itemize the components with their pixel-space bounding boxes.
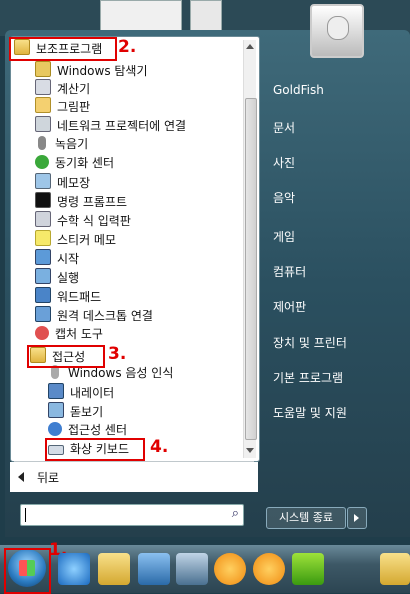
background-window [100,0,182,32]
program-item[interactable]: 접근성 센터 [48,421,127,439]
search-icon[interactable]: ⌕ [232,506,239,521]
program-label: 계산기 [57,82,91,96]
programs-scrollbar[interactable] [243,40,257,458]
user-name[interactable]: GoldFish [273,83,324,97]
goldfish-icon[interactable] [253,553,285,585]
program-item[interactable]: 동기화 센터 [35,154,114,172]
right-item-devices-printers[interactable]: 장치 및 프린터 [273,334,347,351]
program-label: 원격 데스크톱 연결 [57,309,153,323]
program-item[interactable]: 계산기 [35,79,90,97]
program-label: 동기화 센터 [55,156,115,170]
highlight-box [4,548,51,594]
program-item[interactable]: 워드패드 [35,287,101,305]
avatar-figure [327,16,349,40]
program-label: 돋보기 [70,405,104,419]
desktop-icon[interactable] [138,553,170,585]
step-label: 3. [108,344,127,364]
remote-desktop-icon [35,306,51,322]
program-item[interactable]: 시작 [35,249,79,267]
program-label: 시작 [57,252,80,266]
user-avatar[interactable] [310,4,364,58]
background-window [190,0,222,32]
program-label: 네트워크 프로젝터에 연결 [57,119,187,133]
back-label: 뒤로 [37,471,60,485]
projector-icon [35,116,51,132]
big-icon[interactable] [292,553,324,585]
program-item[interactable]: Windows 탐색기 [35,61,148,79]
scroll-up-arrow[interactable] [246,44,254,49]
program-item[interactable]: 수학 식 입력판 [35,211,131,229]
cmd-icon [35,192,51,208]
program-item[interactable]: 메모장 [35,173,90,191]
program-label: 내레이터 [70,386,115,400]
program-label: 명령 프롬프트 [57,195,128,209]
program-item[interactable]: 돋보기 [48,402,103,420]
goldfish-icon[interactable] [214,553,246,585]
run-icon [35,268,51,284]
program-item[interactable]: 원격 데스크톱 연결 [35,306,153,324]
accessibility-icon [48,422,62,436]
highlight-box [27,345,105,368]
start-icon [35,249,51,265]
shutdown-options-arrow[interactable] [347,507,367,529]
right-item-computer[interactable]: 컴퓨터 [273,263,306,280]
right-item-music[interactable]: 음악 [273,189,295,206]
back-arrow-icon [18,472,24,482]
math-icon [35,211,51,227]
program-label: 캡처 도구 [55,327,103,341]
snipping-icon [35,326,49,340]
shutdown-button[interactable]: 시스템 종료 [266,507,346,529]
scrollbar-thumb[interactable] [245,98,257,440]
network-icon[interactable] [176,553,208,585]
program-label: 워드패드 [57,290,102,304]
scroll-down-arrow[interactable] [246,448,254,453]
sticky-note-icon [35,230,51,246]
magnifier-icon [48,402,64,418]
ie-icon[interactable] [58,553,90,585]
program-label: 수학 식 입력판 [57,214,131,228]
right-item-games[interactable]: 게임 [273,228,295,245]
right-item-default-programs[interactable]: 기본 프로그램 [273,369,343,386]
search-input[interactable]: ⌕ [20,504,244,526]
program-item[interactable]: 네트워크 프로젝터에 연결 [35,116,186,134]
program-label: 접근성 센터 [68,423,128,437]
right-item-control-panel[interactable]: 제어판 [273,298,306,315]
highlight-box [9,37,117,61]
program-label: 그림판 [57,100,91,114]
program-item[interactable]: 그림판 [35,97,90,115]
program-item[interactable]: 스티커 메모 [35,230,116,248]
folder-icon[interactable] [380,553,410,585]
program-label: 실행 [57,271,80,285]
folder-icon[interactable] [98,553,130,585]
notepad-icon [35,173,51,189]
step-label: 2. [118,37,137,57]
explorer-icon [35,61,51,77]
sync-icon [35,155,49,169]
microphone-icon [38,136,46,150]
program-label: Windows 음성 인식 [68,366,174,380]
program-item[interactable]: 녹음기 [35,135,88,153]
program-item[interactable]: 실행 [35,268,79,286]
program-label: 스티커 메모 [57,233,117,247]
right-item-documents[interactable]: 문서 [273,119,295,136]
right-item-pictures[interactable]: 사진 [273,154,295,171]
program-label: Windows 탐색기 [57,64,148,78]
right-item-help-support[interactable]: 도움말 및 지원 [273,404,347,421]
program-label: 녹음기 [55,137,89,151]
program-item[interactable]: 내레이터 [48,383,114,401]
narrator-icon [48,383,64,399]
program-item[interactable]: 캡처 도구 [35,325,103,343]
wordpad-icon [35,287,51,303]
program-item[interactable]: 명령 프롬프트 [35,192,127,210]
calculator-icon [35,79,51,95]
program-label: 메모장 [57,176,91,190]
back-button[interactable]: 뒤로 [10,462,258,492]
paint-icon [35,97,51,113]
text-caret [25,508,26,522]
highlight-box [45,438,145,461]
step-label: 4. [150,437,169,457]
